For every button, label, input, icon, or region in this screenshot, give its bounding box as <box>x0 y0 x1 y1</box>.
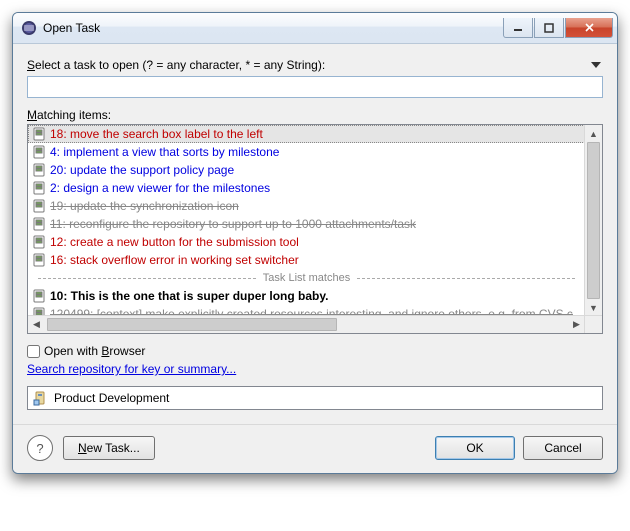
list-item-text: 19: update the synchronization icon <box>50 199 239 213</box>
list-item[interactable]: 2: design a new viewer for the milestone… <box>28 179 585 197</box>
list-item[interactable]: 10: This is the one that is super duper … <box>28 287 585 305</box>
list-item-text: 11: reconfigure the repository to suppor… <box>50 217 416 231</box>
open-with-browser-label[interactable]: Open with Browser <box>44 344 145 358</box>
task-icon <box>32 145 46 159</box>
scroll-up-icon[interactable]: ▲ <box>585 125 602 142</box>
list-item[interactable]: 20: update the support policy page <box>28 161 585 179</box>
list-item[interactable]: 18: move the search box label to the lef… <box>28 125 585 143</box>
list-item[interactable]: 12: create a new button for the submissi… <box>28 233 585 251</box>
task-icon <box>32 163 46 177</box>
minimize-button[interactable] <box>503 18 533 38</box>
vertical-scrollbar[interactable]: ▲ ▼ <box>584 125 602 316</box>
search-input[interactable] <box>27 76 603 98</box>
eclipse-icon <box>21 20 37 36</box>
task-icon <box>32 217 46 231</box>
task-icon <box>32 253 46 267</box>
list-item-text: 20: update the support policy page <box>50 163 234 177</box>
status-bar: Product Development <box>27 386 603 410</box>
list-item-text: 18: move the search box label to the lef… <box>50 127 263 141</box>
matching-items-list[interactable]: 18: move the search box label to the lef… <box>27 124 603 334</box>
search-repository-link[interactable]: Search repository for key or summary... <box>27 362 236 376</box>
new-task-button[interactable]: New Task... <box>63 436 155 460</box>
task-icon <box>32 181 46 195</box>
window-title: Open Task <box>43 21 503 35</box>
scroll-down-icon[interactable]: ▼ <box>585 299 602 316</box>
scroll-thumb[interactable] <box>587 142 600 299</box>
list-item-text: 12: create a new button for the submissi… <box>50 235 299 249</box>
view-menu-dropdown-icon[interactable] <box>591 62 601 68</box>
help-button[interactable]: ? <box>27 435 53 461</box>
task-icon <box>32 289 46 303</box>
close-button[interactable] <box>565 18 613 38</box>
ok-button[interactable]: OK <box>435 436 515 460</box>
list-item-text: 10: This is the one that is super duper … <box>50 289 328 303</box>
list-item-text: 16: stack overflow error in working set … <box>50 253 299 267</box>
list-item-text: 4: implement a view that sorts by milest… <box>50 145 279 159</box>
hscroll-thumb[interactable] <box>47 318 337 331</box>
scroll-right-icon[interactable]: ▶ <box>568 316 585 333</box>
dialog-window: Open Task Select a task to open (? = any… <box>12 12 618 474</box>
open-with-browser-checkbox[interactable] <box>27 345 40 358</box>
list-separator: Task List matches <box>28 269 585 287</box>
cancel-button[interactable]: Cancel <box>523 436 603 460</box>
list-item[interactable]: 19: update the synchronization icon <box>28 197 585 215</box>
list-item[interactable]: 11: reconfigure the repository to suppor… <box>28 215 585 233</box>
list-item-text: 2: design a new viewer for the milestone… <box>50 181 270 195</box>
titlebar[interactable]: Open Task <box>13 13 617 44</box>
task-icon <box>32 199 46 213</box>
status-text: Product Development <box>54 391 169 405</box>
list-item[interactable]: 16: stack overflow error in working set … <box>28 251 585 269</box>
matching-items-label: Matching items: <box>27 108 603 122</box>
scroll-corner <box>584 315 602 333</box>
scroll-left-icon[interactable]: ◀ <box>28 316 45 333</box>
list-item[interactable]: 4: implement a view that sorts by milest… <box>28 143 585 161</box>
prompt-label: Select a task to open (? = any character… <box>27 58 591 72</box>
maximize-button[interactable] <box>534 18 564 38</box>
repository-icon <box>32 390 48 406</box>
task-icon <box>32 127 46 141</box>
horizontal-scrollbar[interactable]: ◀ ▶ <box>28 315 585 333</box>
divider <box>13 424 617 425</box>
task-icon <box>32 235 46 249</box>
